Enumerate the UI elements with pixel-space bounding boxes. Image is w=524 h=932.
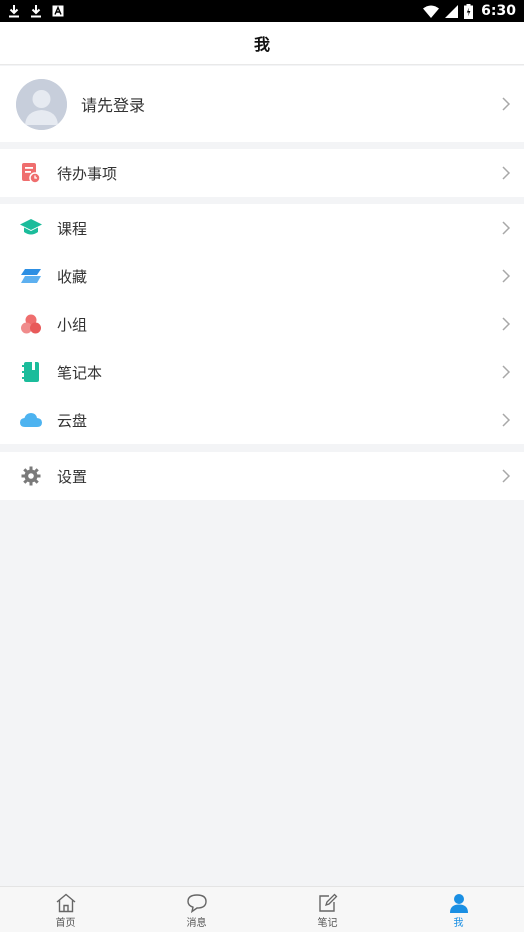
tab-me[interactable]: 我 bbox=[393, 887, 524, 932]
tab-label: 首页 bbox=[55, 917, 76, 929]
profile-login-row[interactable]: 请先登录 bbox=[0, 66, 524, 142]
status-time: 6:30 bbox=[481, 3, 516, 19]
todo-label: 待办事项 bbox=[57, 164, 118, 183]
menu-item-label: 云盘 bbox=[57, 411, 88, 430]
tab-notes[interactable]: 笔记 bbox=[262, 887, 393, 932]
menu-item-courses[interactable]: 课程 bbox=[0, 204, 524, 252]
chevron-right-icon bbox=[502, 221, 511, 235]
menu-item-favorites[interactable]: 收藏 bbox=[0, 252, 524, 300]
download-icon bbox=[8, 4, 20, 18]
menu-item-todo[interactable]: 待办事项 bbox=[0, 149, 524, 197]
wifi-icon bbox=[423, 5, 440, 18]
menu-item-settings[interactable]: 设置 bbox=[0, 452, 524, 500]
message-bubble-icon bbox=[186, 893, 207, 913]
menu-item-label: 笔记本 bbox=[57, 363, 103, 382]
graduation-cap-icon bbox=[19, 216, 43, 240]
menu-item-label: 小组 bbox=[57, 315, 88, 334]
menu-item-label: 设置 bbox=[57, 467, 88, 486]
download-icon bbox=[30, 4, 42, 18]
chevron-right-icon bbox=[502, 365, 511, 379]
menu-item-label: 课程 bbox=[57, 219, 88, 238]
chevron-right-icon bbox=[502, 269, 511, 283]
login-prompt: 请先登录 bbox=[81, 96, 146, 115]
tab-home[interactable]: 首页 bbox=[0, 887, 131, 932]
chevron-right-icon bbox=[502, 97, 511, 111]
tab-label: 我 bbox=[453, 917, 464, 929]
main-menu-section: 课程 收藏 小组 笔记本 云盘 bbox=[0, 204, 524, 444]
title-bar: 我 bbox=[0, 22, 524, 65]
person-icon bbox=[449, 893, 468, 913]
home-icon bbox=[56, 893, 75, 912]
app-notification-icon bbox=[52, 5, 64, 17]
note-edit-icon bbox=[318, 893, 337, 912]
default-avatar-icon bbox=[16, 78, 67, 130]
status-bar: 6:30 bbox=[0, 0, 524, 22]
tab-label: 消息 bbox=[186, 917, 207, 929]
bottom-nav: 首页 消息 笔记 我 bbox=[0, 886, 524, 932]
menu-item-groups[interactable]: 小组 bbox=[0, 300, 524, 348]
page-title: 我 bbox=[253, 35, 270, 54]
bookmark-layers-icon bbox=[19, 264, 43, 288]
tab-messages[interactable]: 消息 bbox=[131, 887, 262, 932]
gear-icon bbox=[19, 464, 43, 488]
battery-icon bbox=[464, 3, 474, 19]
todo-icon bbox=[19, 161, 43, 185]
chevron-right-icon bbox=[502, 317, 511, 331]
notebook-icon bbox=[19, 360, 43, 384]
menu-item-label: 收藏 bbox=[57, 267, 88, 286]
chevron-right-icon bbox=[502, 166, 511, 180]
avatar bbox=[16, 78, 67, 130]
tab-label: 笔记 bbox=[317, 917, 338, 929]
signal-icon bbox=[445, 4, 459, 18]
group-circles-icon bbox=[19, 312, 43, 336]
cloud-icon bbox=[19, 408, 43, 432]
menu-item-notebook[interactable]: 笔记本 bbox=[0, 348, 524, 396]
chevron-right-icon bbox=[502, 469, 511, 483]
chevron-right-icon bbox=[502, 413, 511, 427]
settings-section: 设置 bbox=[0, 452, 524, 500]
todo-section: 待办事项 bbox=[0, 149, 524, 197]
menu-item-cloud-drive[interactable]: 云盘 bbox=[0, 396, 524, 444]
